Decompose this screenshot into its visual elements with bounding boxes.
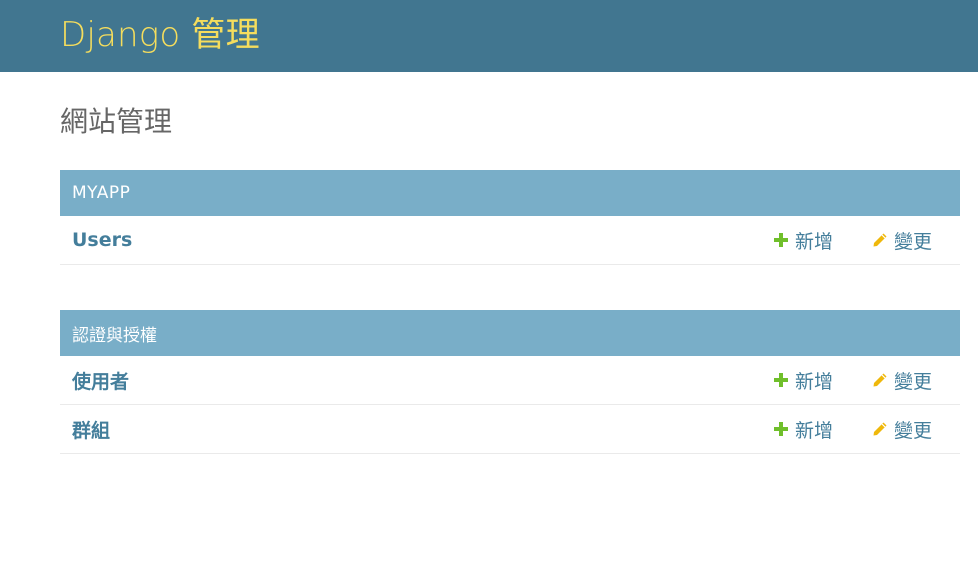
app-module-auth: 認證與授權 使用者 新增 變更 群組 新增 變更	[60, 310, 960, 454]
pencil-icon	[873, 373, 887, 387]
add-user-link[interactable]: 新增	[773, 367, 833, 394]
app-module-myapp: MYAPP Users 新增 變更	[60, 170, 960, 265]
model-row-group: 群組 新增 變更	[60, 405, 960, 454]
model-row-user: 使用者 新增 變更	[60, 356, 960, 405]
add-users-link[interactable]: 新增	[773, 227, 833, 254]
change-link-label: 變更	[894, 370, 933, 393]
site-header: Django 管理	[0, 0, 978, 72]
model-row-users: Users 新增 變更	[60, 216, 960, 265]
change-users-link[interactable]: 變更	[872, 227, 932, 254]
plus-icon	[774, 233, 788, 247]
change-user-link[interactable]: 變更	[872, 367, 932, 394]
model-link-users[interactable]: Users	[72, 229, 132, 251]
plus-icon	[774, 373, 788, 387]
model-link-group[interactable]: 群組	[72, 416, 110, 443]
main-content: 網站管理 MYAPP Users 新增 變更 認證與授權 使用者 新增 變更 群…	[0, 72, 978, 454]
pencil-icon	[873, 233, 887, 247]
add-link-label: 新增	[795, 419, 834, 442]
module-caption-auth[interactable]: 認證與授權	[60, 310, 960, 356]
site-branding-link[interactable]: Django 管理	[60, 18, 260, 52]
module-caption-myapp[interactable]: MYAPP	[60, 170, 960, 216]
add-link-label: 新增	[795, 370, 834, 393]
model-link-user[interactable]: 使用者	[72, 367, 129, 394]
change-link-label: 變更	[894, 419, 933, 442]
pencil-icon	[873, 422, 887, 436]
page-title: 網站管理	[60, 105, 173, 138]
change-group-link[interactable]: 變更	[872, 416, 932, 443]
change-link-label: 變更	[894, 230, 933, 253]
add-group-link[interactable]: 新增	[773, 416, 833, 443]
plus-icon	[774, 422, 788, 436]
add-link-label: 新增	[795, 230, 834, 253]
